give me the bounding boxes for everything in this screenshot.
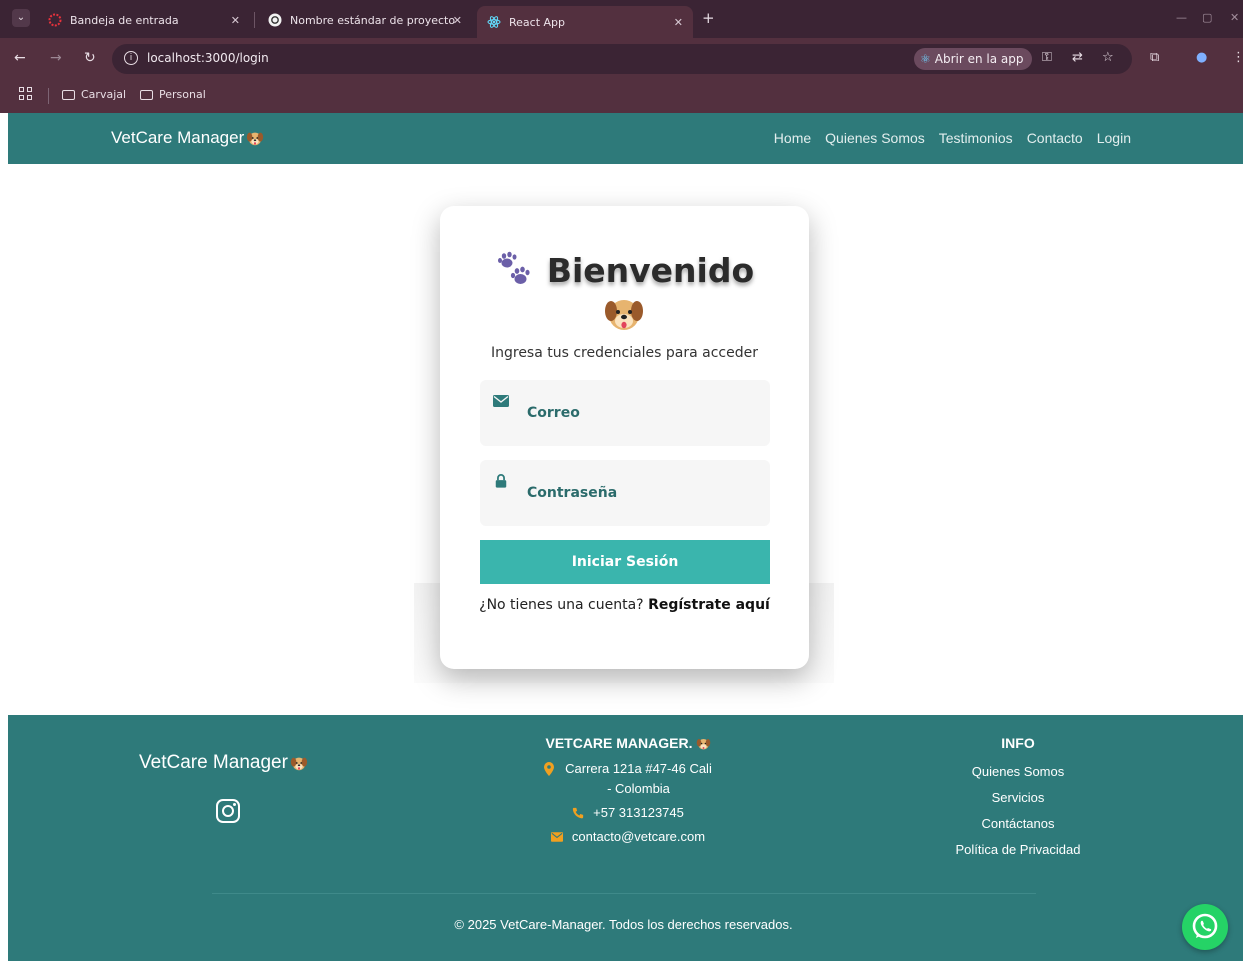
folder-icon bbox=[62, 89, 75, 100]
footer-link-privacidad[interactable]: Política de Privacidad bbox=[933, 842, 1103, 857]
bookmark-folder-carvajal[interactable]: Carvajal bbox=[62, 88, 126, 101]
new-tab-icon[interactable]: + bbox=[702, 10, 715, 26]
site-footer: VetCare Manager VETCARE MANAGER. Carrera… bbox=[8, 715, 1243, 961]
login-submit-button[interactable]: Iniciar Sesión bbox=[480, 540, 770, 584]
phone-text: +57 313123745 bbox=[593, 805, 684, 820]
password-field[interactable]: Contraseña bbox=[480, 460, 770, 526]
footer-link-quienes-somos[interactable]: Quienes Somos bbox=[933, 764, 1103, 779]
navbar-links: Home Quienes Somos Testimonios Contacto … bbox=[774, 130, 1131, 146]
location-pin-icon bbox=[543, 762, 554, 776]
register-prompt-text: ¿No tienes una cuenta? bbox=[479, 597, 644, 613]
footer-email: contacto@vetcare.com bbox=[518, 827, 738, 847]
window-close-icon[interactable]: ✕ bbox=[1230, 11, 1239, 24]
bookmarks-divider bbox=[48, 88, 49, 104]
tab-inbox[interactable]: Bandeja de entrada ✕ bbox=[38, 6, 250, 34]
tab-react-app[interactable]: React App ✕ bbox=[477, 6, 693, 38]
nav-link-home[interactable]: Home bbox=[774, 130, 811, 146]
password-field-label: Contraseña bbox=[527, 485, 618, 501]
minimize-icon[interactable]: — bbox=[1176, 11, 1187, 24]
phone-icon bbox=[572, 807, 584, 819]
footer-brand-name: VetCare Manager bbox=[139, 752, 288, 773]
site-navbar: VetCare Manager Home Quienes Somos Testi… bbox=[8, 113, 1243, 164]
open-in-app-label: Abrir en la app bbox=[934, 52, 1024, 66]
back-icon[interactable]: ← bbox=[14, 50, 26, 66]
footer-info-heading: INFO bbox=[1001, 735, 1035, 751]
login-subtitle: Ingresa tus credenciales para acceder bbox=[490, 345, 759, 361]
footer-link-contactanos[interactable]: Contáctanos bbox=[933, 816, 1103, 831]
close-icon[interactable]: ✕ bbox=[453, 14, 462, 27]
dog-face-icon bbox=[605, 300, 643, 330]
dog-face-icon bbox=[290, 757, 308, 771]
company-heading-text: VETCARE MANAGER. bbox=[545, 735, 693, 751]
footer-company-heading: VETCARE MANAGER. bbox=[518, 735, 738, 751]
login-card: Bienvenido Ingresa tus credenciales para… bbox=[440, 206, 809, 669]
footer-info-column: INFO Quienes Somos Servicios Contáctanos… bbox=[933, 735, 1103, 868]
close-icon[interactable]: ✕ bbox=[674, 16, 683, 29]
card-header: Bienvenido bbox=[440, 250, 809, 290]
browser-tab-bar: ⌄ Bandeja de entrada ✕ Nombre estándar d… bbox=[0, 0, 1243, 38]
react-icon: ⚛ bbox=[920, 52, 931, 66]
reload-icon[interactable]: ↻ bbox=[84, 50, 96, 66]
tab-divider bbox=[254, 12, 255, 28]
tab-title: Nombre estándar de proyecto bbox=[290, 13, 456, 27]
tab-search-icon[interactable]: ⌄ bbox=[12, 9, 30, 27]
copyright-text: © 2025 VetCare-Manager. Todos los derech… bbox=[454, 917, 793, 932]
footer-brand: VetCare Manager bbox=[139, 752, 308, 774]
address-text: Carrera 121a #47-46 Cali - Colombia bbox=[565, 761, 712, 796]
footer-address: Carrera 121a #47-46 Cali - Colombia bbox=[518, 759, 738, 799]
tab-title: React App bbox=[509, 15, 566, 29]
email-field[interactable]: Correo bbox=[480, 380, 770, 446]
url-text[interactable]: localhost:3000/login bbox=[147, 51, 269, 65]
profile-icon[interactable]: ● bbox=[1196, 50, 1207, 65]
instagram-icon[interactable] bbox=[216, 799, 240, 823]
email-field-label: Correo bbox=[527, 405, 580, 421]
key-icon[interactable]: ⚿ bbox=[1042, 50, 1052, 65]
whatsapp-button[interactable] bbox=[1182, 904, 1228, 950]
page-title: Bienvenido bbox=[546, 250, 755, 290]
nav-link-quienes-somos[interactable]: Quienes Somos bbox=[825, 130, 925, 146]
dog-face-icon bbox=[696, 738, 710, 749]
tab-project-name[interactable]: Nombre estándar de proyecto ✕ bbox=[258, 6, 472, 34]
folder-icon bbox=[140, 89, 153, 100]
extensions-icon[interactable]: ⧉ bbox=[1150, 50, 1159, 65]
navbar-brand[interactable]: VetCare Manager bbox=[111, 128, 264, 148]
bookmark-label: Carvajal bbox=[81, 88, 127, 101]
whatsapp-icon bbox=[1192, 913, 1218, 939]
apps-grid-icon[interactable] bbox=[19, 87, 32, 100]
dog-face-icon bbox=[247, 132, 264, 146]
email-text[interactable]: contacto@vetcare.com bbox=[572, 827, 705, 847]
forward-icon[interactable]: → bbox=[50, 50, 62, 66]
bookmark-star-icon[interactable]: ☆ bbox=[1102, 50, 1114, 65]
site-info-icon[interactable]: i bbox=[124, 51, 138, 65]
nav-link-contacto[interactable]: Contacto bbox=[1027, 130, 1083, 146]
register-prompt: ¿No tienes una cuenta? Regístrate aquí bbox=[440, 597, 809, 613]
nav-link-testimonios[interactable]: Testimonios bbox=[939, 130, 1013, 146]
envelope-icon bbox=[550, 832, 563, 842]
bookmark-folder-personal[interactable]: Personal bbox=[140, 88, 206, 101]
close-icon[interactable]: ✕ bbox=[231, 14, 240, 27]
react-icon bbox=[487, 16, 501, 28]
more-menu-icon[interactable]: ⋮ bbox=[1232, 50, 1243, 65]
brand-name: VetCare Manager bbox=[111, 128, 245, 147]
envelope-icon bbox=[493, 395, 509, 407]
open-in-app-button[interactable]: ⚛ Abrir en la app bbox=[914, 48, 1032, 70]
browser-toolbar: ← → ↻ i localhost:3000/login ⚛ Abrir en … bbox=[0, 38, 1243, 80]
chatgpt-icon bbox=[268, 13, 282, 27]
footer-contact-column: VETCARE MANAGER. Carrera 121a #47-46 Cal… bbox=[518, 735, 738, 851]
footer-phone: +57 313123745 bbox=[518, 803, 738, 823]
footer-divider bbox=[212, 893, 1036, 894]
tab-title: Bandeja de entrada bbox=[70, 13, 179, 27]
register-link[interactable]: Regístrate aquí bbox=[648, 597, 770, 613]
opera-icon bbox=[48, 13, 62, 27]
lock-icon bbox=[495, 474, 507, 488]
bookmark-label: Personal bbox=[159, 88, 206, 101]
footer-link-servicios[interactable]: Servicios bbox=[933, 790, 1103, 805]
translate-icon[interactable]: ⇄ bbox=[1072, 50, 1083, 65]
nav-link-login[interactable]: Login bbox=[1097, 130, 1131, 146]
restore-icon[interactable]: ▢ bbox=[1202, 11, 1212, 24]
paw-prints-icon bbox=[497, 251, 530, 284]
